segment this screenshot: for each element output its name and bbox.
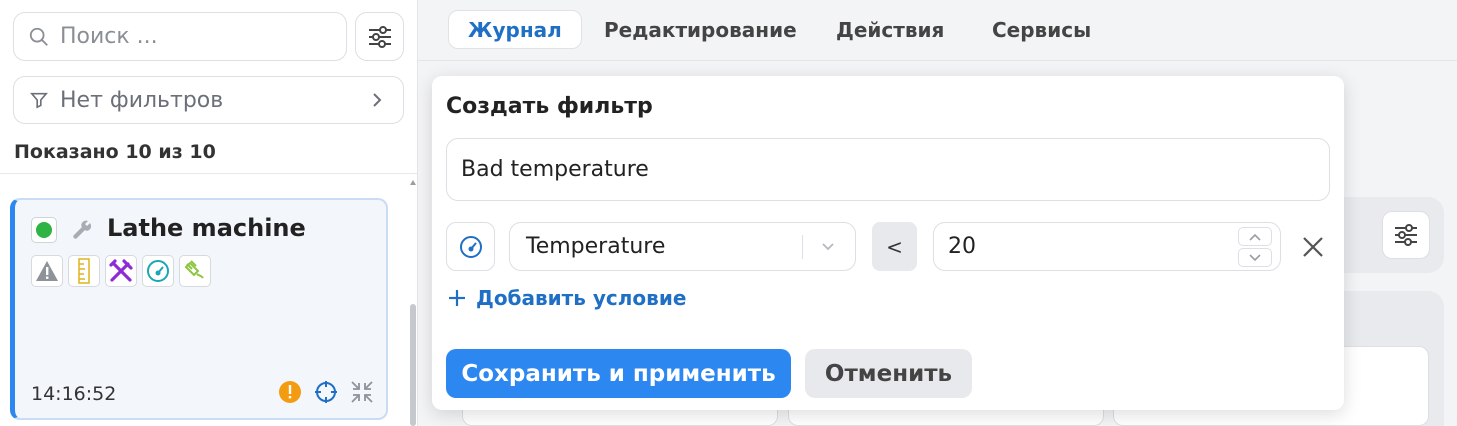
- scroll-thumb[interactable]: [410, 304, 416, 426]
- condition-field-select[interactable]: Temperature: [509, 222, 856, 271]
- plus-icon: [449, 290, 465, 306]
- search-box[interactable]: [13, 12, 347, 61]
- chevron-right-icon: [373, 93, 382, 107]
- machine-card[interactable]: Lathe machine 14:16:52: [10, 198, 388, 420]
- list-settings-button[interactable]: [355, 12, 404, 61]
- chevron-down-icon: [822, 243, 834, 251]
- crosshair-icon[interactable]: [314, 380, 338, 404]
- value-stepper: [1238, 227, 1272, 267]
- filter-name-input[interactable]: [446, 138, 1330, 201]
- filter-selector[interactable]: Нет фильтров: [13, 76, 404, 124]
- tab-editing[interactable]: Редактирование: [604, 10, 797, 49]
- funnel-icon: [30, 92, 48, 109]
- select-separator: [802, 235, 803, 259]
- machine-badges: [31, 255, 211, 287]
- alert-circle-icon[interactable]: [278, 380, 302, 404]
- close-icon: [1303, 237, 1323, 257]
- status-indicator: [31, 217, 57, 243]
- condition-value: 20: [948, 234, 976, 259]
- condition-type-button[interactable]: [446, 222, 495, 271]
- remove-condition-button[interactable]: [1298, 232, 1328, 262]
- ruler-icon[interactable]: [68, 255, 100, 287]
- chevron-down-icon: [1249, 253, 1261, 261]
- plug-icon[interactable]: [179, 255, 211, 287]
- status-dot: [36, 222, 52, 238]
- condition-operator-button[interactable]: <: [872, 222, 917, 271]
- collapse-icon[interactable]: [350, 380, 374, 404]
- scroll-up-arrow[interactable]: [410, 180, 416, 185]
- condition-value-input[interactable]: 20: [933, 222, 1281, 271]
- sidebar-divider: [0, 173, 418, 174]
- add-condition-link[interactable]: Добавить условие: [448, 286, 686, 310]
- add-condition-label: Добавить условие: [476, 286, 687, 310]
- warning-icon[interactable]: [31, 255, 63, 287]
- tab-actions[interactable]: Действия: [836, 10, 944, 49]
- filter-selector-label: Нет фильтров: [60, 87, 224, 113]
- tools-icon[interactable]: [105, 255, 137, 287]
- machine-title: Lathe machine: [107, 214, 306, 242]
- save-apply-button[interactable]: Сохранить и применить: [446, 349, 791, 398]
- main-tabs: Журнал Редактирование Действия Сервисы: [418, 0, 1457, 61]
- tab-journal[interactable]: Журнал: [448, 10, 582, 49]
- sliders-icon: [368, 25, 391, 48]
- search-input[interactable]: [60, 24, 330, 49]
- chevron-up-icon: [1249, 233, 1261, 241]
- wrench-icon: [73, 220, 92, 239]
- machine-time: 14:16:52: [31, 383, 117, 405]
- stepper-down-button[interactable]: [1238, 248, 1272, 267]
- gauge-icon[interactable]: [142, 255, 174, 287]
- tab-services[interactable]: Сервисы: [992, 10, 1091, 49]
- card-actions: [278, 380, 374, 404]
- sliders-icon: [1395, 224, 1417, 246]
- shown-count: Показано 10 из 10: [14, 141, 216, 163]
- sidebar-scrollbar[interactable]: [409, 180, 417, 426]
- cancel-button[interactable]: Отменить: [805, 349, 972, 398]
- background-settings-button[interactable]: [1382, 211, 1430, 259]
- gauge-icon: [459, 235, 482, 258]
- search-icon: [29, 27, 48, 46]
- create-filter-popover: Создать фильтр Temperature < 20 Добавить…: [432, 76, 1344, 410]
- condition-field-value: Temperature: [526, 234, 666, 259]
- machine-sidebar: Нет фильтров Показано 10 из 10 Lathe mac…: [0, 0, 418, 426]
- popover-title: Создать фильтр: [446, 94, 653, 119]
- stepper-up-button[interactable]: [1238, 227, 1272, 246]
